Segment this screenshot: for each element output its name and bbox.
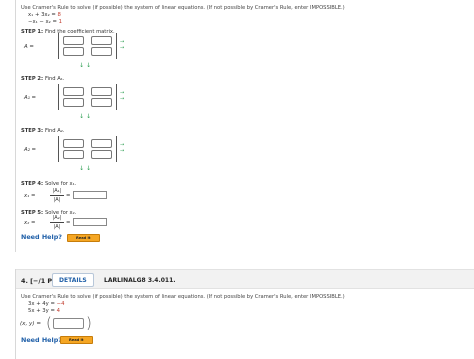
add-column-arrow-icon[interactable]: → <box>120 148 126 154</box>
need-help-label: Need Help? <box>21 233 62 241</box>
matrix-a1-cell-22[interactable] <box>91 98 112 107</box>
x2-label: x₂ = <box>24 220 36 226</box>
matrix-a1-cell-21[interactable] <box>63 98 84 107</box>
equation-2-rhs: 1 <box>58 18 62 25</box>
matrix-a1-column-arrows[interactable]: → → <box>120 90 126 102</box>
step-2-title: STEP 2: Find A₁. <box>21 76 65 82</box>
equation-1-lhs: x₁ + 3x₂ = <box>28 12 56 18</box>
xy-label: (x, y) = <box>20 321 42 327</box>
question-4-code: LARLINALG8 3.4.011. <box>104 277 176 284</box>
q4-equation-1: 3x + 4y = −4 <box>28 301 64 308</box>
question-4-instructions: Use Cramer's Rule to solve (if possible)… <box>21 294 345 300</box>
matrix-a1-cell-12[interactable] <box>91 87 112 96</box>
xy-answer-input[interactable] <box>53 318 84 329</box>
q4-equation-1-rhs: −4 <box>56 301 65 307</box>
matrix-a-cell-21[interactable] <box>63 47 84 56</box>
x1-label: x₁ = <box>24 193 36 199</box>
matrix-a-label: A = <box>24 44 34 50</box>
matrix-a2-cell-22[interactable] <box>91 150 112 159</box>
add-column-arrow-icon[interactable]: → <box>120 45 126 51</box>
details-button[interactable]: DETAILS <box>52 273 94 287</box>
step-4-title: STEP 4: Solve for x₁. <box>21 181 76 187</box>
step-3-text: Find A₂. <box>44 128 65 134</box>
matrix-a1 <box>58 84 117 110</box>
matrix-a1-label: A₁ = <box>24 95 37 101</box>
matrix-a-cell-22[interactable] <box>91 47 112 56</box>
x2-fraction: |A₂| |A| <box>50 215 64 230</box>
q4-equation-2-lhs: 5x + 3y = <box>28 307 55 314</box>
add-column-arrow-icon[interactable]: → <box>120 96 126 102</box>
read-it-button[interactable]: Read It <box>67 234 100 242</box>
matrix-a2-column-arrows[interactable]: → → <box>120 142 126 154</box>
x2-equals: = <box>66 220 71 226</box>
step-4-text: Solve for x₁. <box>44 181 77 187</box>
equation-2: −x₁ − x₂ = 1 <box>28 19 62 26</box>
step-2-label: STEP 2: <box>21 76 44 82</box>
add-row-arrow-icon[interactable]: ↓↓ <box>79 62 93 69</box>
x1-equals: = <box>66 193 71 199</box>
question-4-panel: 4. [−/1 Points] DETAILS LARLINALG8 3.4.0… <box>15 269 474 359</box>
matrix-a-column-arrows[interactable]: → → <box>120 39 126 51</box>
step-4-label: STEP 4: <box>21 181 44 187</box>
q4-need-help-label: Need Help? <box>21 336 62 344</box>
equation-system: x₁ + 3x₂ = 8 −x₁ − x₂ = 1 <box>28 12 62 25</box>
step-5-label: STEP 5: <box>21 210 44 216</box>
q4-read-it-button[interactable]: Read It <box>60 336 93 344</box>
add-row-arrow-icon[interactable]: ↓↓ <box>79 165 93 172</box>
matrix-a2-cell-12[interactable] <box>91 139 112 148</box>
x2-answer-input[interactable] <box>73 218 107 226</box>
step-2-text: Find A₁. <box>44 76 65 82</box>
close-paren: ) <box>86 314 92 332</box>
question-instructions: Use Cramer's Rule to solve (if possible)… <box>21 5 345 11</box>
q4-equation-system: 3x + 4y = −4 5x + 3y = 4 <box>28 301 64 314</box>
x2-denominator: |A| <box>53 224 61 230</box>
matrix-a-cell-11[interactable] <box>63 36 84 45</box>
equation-1: x₁ + 3x₂ = 8 <box>28 12 62 19</box>
open-paren: ( <box>46 314 52 332</box>
matrix-a2-cell-11[interactable] <box>63 139 84 148</box>
matrix-a2-cell-21[interactable] <box>63 150 84 159</box>
x1-denominator: |A| <box>53 197 61 203</box>
matrix-a <box>58 33 117 59</box>
question-3-panel: Use Cramer's Rule to solve (if possible)… <box>15 0 474 252</box>
step-1-label: STEP 1: <box>21 29 44 35</box>
matrix-a-cell-12[interactable] <box>91 36 112 45</box>
q4-equation-2-rhs: 4 <box>56 307 60 314</box>
question-4-header: 4. [−/1 Points] DETAILS LARLINALG8 3.4.0… <box>16 269 474 289</box>
add-row-arrow-icon[interactable]: ↓↓ <box>79 113 93 120</box>
q4-equation-1-lhs: 3x + 4y = <box>28 301 55 307</box>
step-3-title: STEP 3: Find A₂. <box>21 128 65 134</box>
matrix-a1-cell-11[interactable] <box>63 87 84 96</box>
equation-1-rhs: 8 <box>57 12 61 18</box>
equation-2-lhs: −x₁ − x₂ = <box>28 18 57 25</box>
x1-fraction: |A₁| |A| <box>50 188 64 203</box>
matrix-a2-label: A₂ = <box>24 147 37 153</box>
x1-numerator: |A₁| <box>50 188 64 196</box>
step-3-label: STEP 3: <box>21 128 44 134</box>
x1-answer-input[interactable] <box>73 191 107 199</box>
step-5-title: STEP 5: Solve for x₂. <box>21 210 76 216</box>
x2-numerator: |A₂| <box>50 215 64 223</box>
matrix-a2 <box>58 136 117 162</box>
